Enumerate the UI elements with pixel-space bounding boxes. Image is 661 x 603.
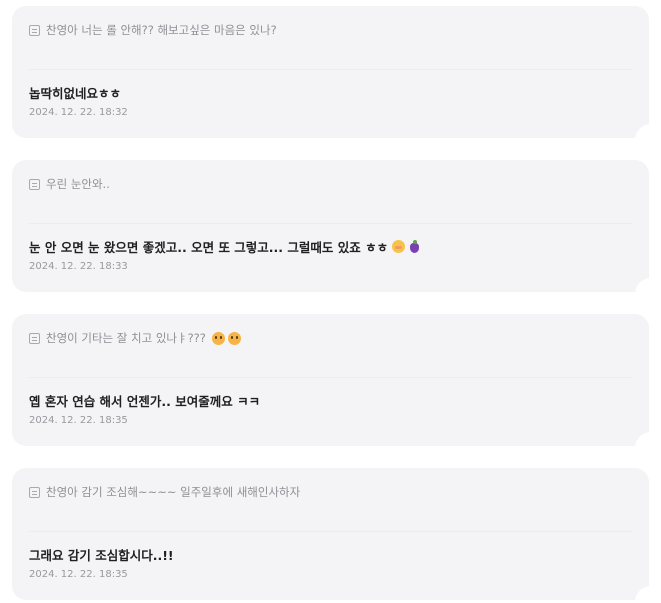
grapes-emoji-icon — [408, 240, 420, 253]
qa-feed: 찬영아 너는 롤 안해?? 해보고싶은 마음은 있나? 놉딱히없네요ㅎㅎ 202… — [0, 0, 661, 603]
question-text: 찬영이 기타는 잘 치고 있나ㅑ??? — [46, 331, 206, 345]
answer-label: 그래요 감기 조심합시다..!! — [29, 548, 174, 563]
question-text: 찬영아 감기 조심해~~~~ 일주일후에 새해인사하자 — [46, 485, 301, 499]
qa-card[interactable]: 찬영아 감기 조심해~~~~ 일주일후에 새해인사하자 그래요 감기 조심합시다… — [12, 468, 649, 600]
answer-label: 눈 안 오면 눈 왔으면 좋겠고.. 오면 또 그렇고... 그럴때도 있죠 ㅎ… — [29, 240, 389, 255]
answer-text: 그래요 감기 조심합시다..!! — [29, 545, 174, 564]
divider — [29, 377, 632, 378]
answer-text: 눈 안 오면 눈 왔으면 좋겠고.. 오면 또 그렇고... 그럴때도 있죠 ㅎ… — [29, 237, 420, 256]
question-row: 찬영이 기타는 잘 치고 있나ㅑ??? — [29, 329, 241, 347]
memo-icon — [29, 486, 40, 498]
memo-icon — [29, 178, 40, 190]
question-emojis — [211, 331, 241, 345]
answer-label: 옙 혼자 연습 해서 언젠가.. 보여줄께요 ㅋㅋ — [29, 394, 261, 409]
divider — [29, 531, 632, 532]
question-text: 우린 눈안와.. — [46, 177, 110, 191]
answer-text: 옙 혼자 연습 해서 언젠가.. 보여줄께요 ㅋㅋ — [29, 391, 260, 410]
qa-card[interactable]: 우린 눈안와.. 눈 안 오면 눈 왔으면 좋겠고.. 오면 또 그렇고... … — [12, 160, 649, 292]
answer-date: 2024. 12. 22. 18:35 — [29, 415, 128, 426]
qa-card[interactable]: 찬영아 너는 롤 안해?? 해보고싶은 마음은 있나? 놉딱히없네요ㅎㅎ 202… — [12, 6, 649, 138]
question-text: 찬영아 너는 롤 안해?? 해보고싶은 마음은 있나? — [46, 23, 277, 37]
divider — [29, 69, 632, 70]
pleading-face-emoji-icon — [211, 331, 225, 345]
question-row: 찬영아 감기 조심해~~~~ 일주일후에 새해인사하자 — [29, 483, 300, 501]
answer-label: 놉딱히없네요ㅎㅎ — [29, 86, 122, 101]
divider — [29, 223, 632, 224]
pleading-face-emoji-icon — [227, 331, 241, 345]
answer-date: 2024. 12. 22. 18:32 — [29, 107, 128, 118]
question-row: 우린 눈안와.. — [29, 175, 110, 193]
answer-emojis — [392, 240, 420, 253]
question-row: 찬영아 너는 롤 안해?? 해보고싶은 마음은 있나? — [29, 21, 277, 39]
answer-date: 2024. 12. 22. 18:35 — [29, 569, 128, 580]
blush-face-emoji-icon — [392, 240, 406, 253]
answer-date: 2024. 12. 22. 18:33 — [29, 261, 128, 272]
memo-icon — [29, 24, 40, 36]
qa-card[interactable]: 찬영이 기타는 잘 치고 있나ㅑ??? 옙 혼자 연습 해서 언젠가.. 보여줄… — [12, 314, 649, 446]
memo-icon — [29, 332, 40, 344]
answer-text: 놉딱히없네요ㅎㅎ — [29, 83, 121, 102]
